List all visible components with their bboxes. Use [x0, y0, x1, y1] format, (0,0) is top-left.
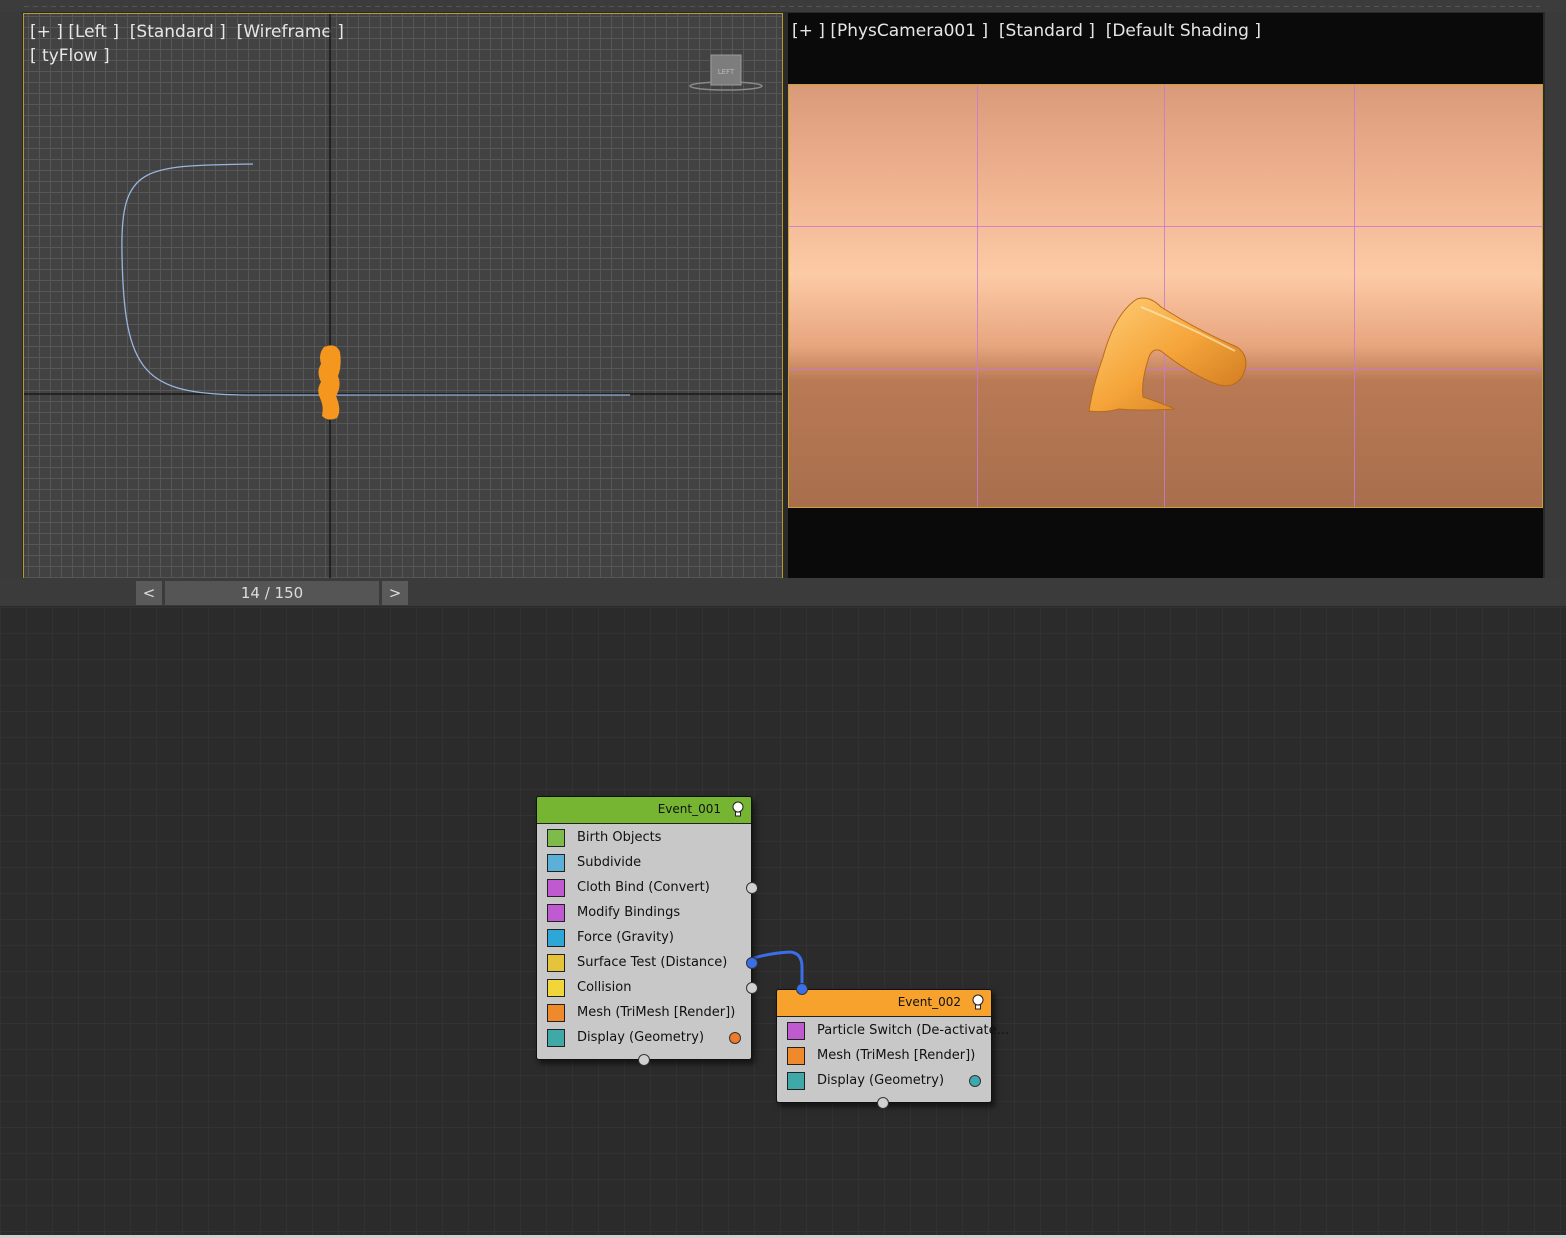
mesh-icon [547, 1004, 565, 1022]
operator-display-geometry[interactable]: Display (Geometry) [777, 1069, 991, 1094]
event-002-input-port[interactable] [796, 983, 808, 995]
operator-surface-test-distance[interactable]: Surface Test (Distance) [537, 951, 758, 976]
collision-icon [547, 979, 565, 997]
lightbulb-icon[interactable] [731, 801, 745, 817]
tyflow-editor-canvas[interactable]: Event_001 Birth Objects Subdivide Cloth Bi… [0, 607, 1566, 1235]
operator-display-geometry[interactable]: Display (Geometry) [537, 1026, 751, 1051]
operator-particle-switch-de-activate[interactable]: Particle Switch (De-activate... [777, 1019, 1009, 1044]
force-icon [547, 929, 565, 947]
time-slider[interactable]: 14 / 150 [165, 581, 379, 605]
right-rail [1545, 12, 1566, 606]
top-toolbar-strip [0, 0, 1566, 12]
particle-object[interactable] [318, 345, 341, 420]
operator-label: Force (Gravity) [577, 930, 674, 945]
viewcube[interactable]: LEFT [689, 54, 763, 91]
birth-objects-icon [547, 829, 565, 847]
event-001-header[interactable]: Event_001 [537, 797, 751, 824]
operator-output-port[interactable] [746, 982, 758, 994]
operator-force-gravity[interactable]: Force (Gravity) [537, 926, 751, 951]
camera-safe-frame [788, 84, 1543, 508]
operator-mesh-trimesh-render[interactable]: Mesh (TriMesh [Render]) [537, 1001, 751, 1026]
event-001-title[interactable]: Event_001 [658, 802, 721, 816]
mesh-icon [787, 1047, 805, 1065]
display-icon [547, 1029, 565, 1047]
event-link-wire[interactable] [749, 950, 804, 988]
operator-subdivide[interactable]: Subdivide [537, 851, 751, 876]
operator-birth-objects[interactable]: Birth Objects [537, 826, 751, 851]
display-color-swatch[interactable] [969, 1075, 981, 1087]
operator-label: Display (Geometry) [817, 1073, 945, 1088]
surface-test-icon [547, 954, 565, 972]
event-002-operator-list: Particle Switch (De-activate... Mesh (Tri… [777, 1017, 1009, 1094]
operator-label: Collision [577, 980, 632, 995]
operator-label: Mesh (TriMesh [Render]) [577, 1005, 736, 1020]
operator-cloth-bind-convert[interactable]: Cloth Bind (Convert) [537, 876, 758, 901]
operator-modify-bindings[interactable]: Modify Bindings [537, 901, 751, 926]
viewport-camera-label[interactable]: [+ ] [PhysCamera001 ] [Standard ] [Defau… [792, 21, 1261, 41]
cloth-object[interactable] [1088, 297, 1247, 413]
modify-bindings-icon [547, 904, 565, 922]
event-001-output-port[interactable] [638, 1054, 650, 1066]
display-color-swatch[interactable] [729, 1032, 741, 1044]
event-002-node[interactable]: Event_002 Particle Switch (De-activate..… [776, 983, 1009, 1109]
viewport-left[interactable]: [+ ] [Left ] [Standard ] [Wireframe ] [ … [23, 13, 783, 580]
event-002-title[interactable]: Event_002 [898, 995, 961, 1009]
event-002-output-port[interactable] [877, 1097, 889, 1109]
time-slider-bar: < 14 / 150 > [0, 578, 1566, 606]
operator-label: Surface Test (Distance) [577, 955, 728, 970]
viewcube-face-label: LEFT [718, 68, 735, 76]
display-icon [787, 1072, 805, 1090]
next-frame-button[interactable]: > [382, 581, 408, 605]
viewport-camera[interactable]: [+ ] [PhysCamera001 ] [Standard ] [Defau… [788, 13, 1543, 578]
operator-label: Modify Bindings [577, 905, 681, 920]
operator-label: Display (Geometry) [577, 1030, 705, 1045]
previous-frame-button[interactable]: < [136, 581, 162, 605]
event-002-header[interactable]: Event_002 [777, 990, 991, 1017]
spline-path[interactable] [121, 163, 630, 396]
lightbulb-icon[interactable] [971, 994, 985, 1010]
operator-label: Particle Switch (De-activate... [817, 1023, 1010, 1038]
operator-label: Subdivide [577, 855, 642, 870]
operator-label: Mesh (TriMesh [Render]) [817, 1048, 976, 1063]
operator-mesh-trimesh-render[interactable]: Mesh (TriMesh [Render]) [777, 1044, 991, 1069]
camera-render-scene [1088, 297, 1247, 413]
event-001-node[interactable]: Event_001 Birth Objects Subdivide Cloth Bi… [536, 796, 758, 1066]
operator-output-port[interactable] [746, 957, 758, 969]
particle-switch-icon [787, 1022, 805, 1040]
subdivide-icon [547, 854, 565, 872]
operator-label: Cloth Bind (Convert) [577, 880, 710, 895]
event-001-operator-list: Birth Objects Subdivide Cloth Bind (Conver… [537, 824, 758, 1051]
left-rail [0, 12, 22, 606]
viewport-left-scene: LEFT [24, 14, 782, 579]
operator-label: Birth Objects [577, 830, 662, 845]
cloth-bind-icon [547, 879, 565, 897]
event-link-wires [749, 950, 804, 988]
operator-output-port[interactable] [746, 882, 758, 894]
operator-collision[interactable]: Collision [537, 976, 758, 1001]
